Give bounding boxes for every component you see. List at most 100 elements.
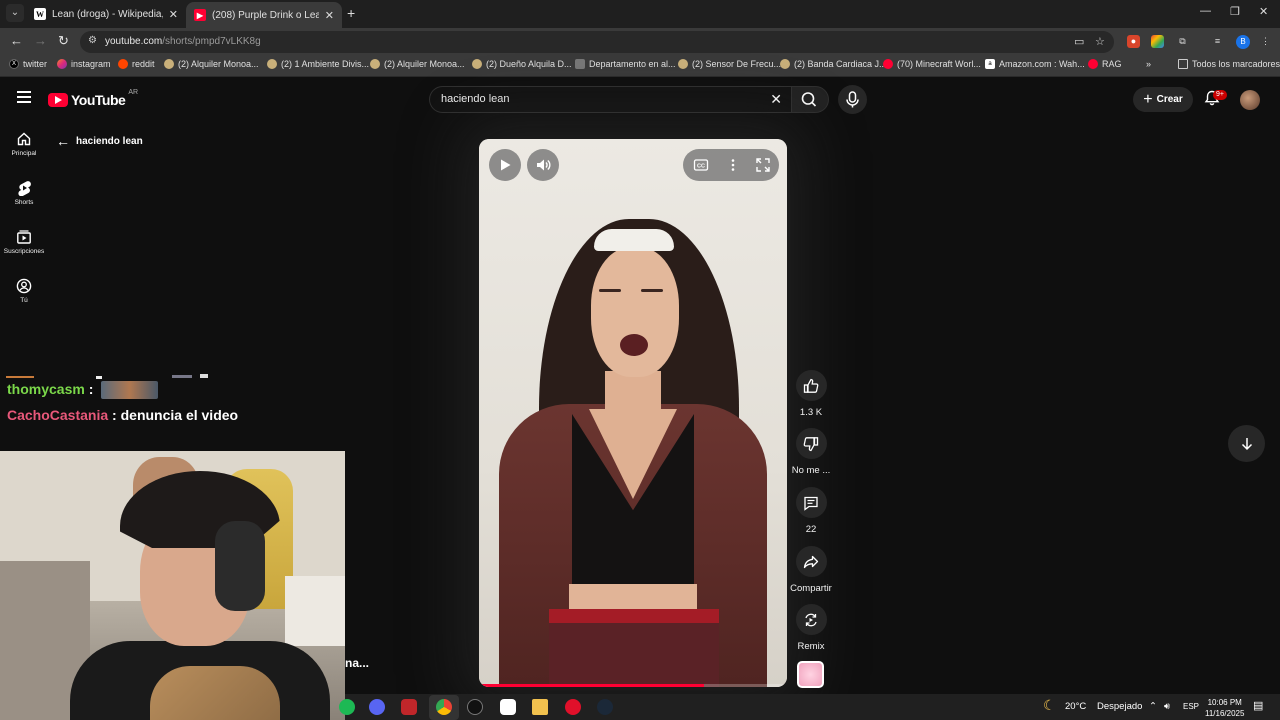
bookmark-item[interactable]: a Amazon.com : Wah... — [985, 59, 1085, 69]
plus-icon: + — [1143, 90, 1153, 108]
weather-description[interactable]: Despejado — [1097, 701, 1142, 712]
bookmark-instagram[interactable]: instagram — [57, 59, 111, 69]
windows-taskbar: ☾ 20°C Despejado ⌃ 🔊︎ ESP 10:06 PM 11/16… — [339, 694, 1280, 720]
instagram-icon — [57, 59, 67, 69]
create-label: Crear — [1156, 94, 1183, 105]
guide-label: Principal — [11, 150, 37, 157]
steam-icon[interactable] — [597, 699, 613, 715]
extension-icon[interactable] — [1151, 35, 1164, 48]
weather-temperature[interactable]: 20°C — [1065, 701, 1086, 712]
bookmark-item[interactable]: Departamento en al... — [575, 59, 676, 69]
system-clock[interactable]: 10:06 PM 11/16/2025 — [1205, 697, 1244, 719]
chat-partial-line — [6, 374, 208, 379]
bookmark-item[interactable]: (70) Minecraft Worl... — [883, 59, 981, 69]
notification-center-icon[interactable]: ▤ — [1253, 699, 1263, 712]
restore-icon[interactable]: ❐ — [1230, 5, 1240, 18]
discord-icon[interactable] — [369, 699, 385, 715]
chat-message: CachoCastania : denuncia el video — [7, 407, 238, 423]
guide-item-subscriptions[interactable]: Suscripciones — [0, 229, 48, 255]
close-tab-icon[interactable]: ✕ — [325, 9, 334, 22]
volume-button[interactable] — [527, 149, 559, 181]
spotify-icon[interactable] — [339, 699, 355, 715]
address-bar[interactable]: ⚙ youtube.com/shorts/pmpd7vLKK8g ▭ ☆ — [80, 31, 1114, 53]
tab-title: (208) Purple Drink o Lean🥤 Es — [212, 9, 319, 21]
bookmark-item[interactable]: (2) Dueño Alquila D... — [472, 59, 572, 69]
file-explorer-icon[interactable] — [532, 699, 548, 715]
back-icon[interactable]: ← — [10, 33, 23, 48]
bookmark-twitter[interactable]: Xtwitter — [9, 59, 47, 69]
bookmarks-overflow-icon[interactable]: » — [1146, 59, 1151, 69]
bookmark-reddit[interactable]: reddit — [118, 59, 155, 69]
search-button[interactable] — [791, 86, 829, 113]
bookmark-item[interactable]: (2) Sensor De Frecu... — [678, 59, 781, 69]
bookmark-item[interactable]: (2) Alquiler Monoa... — [370, 59, 465, 69]
thumbs-down-icon — [803, 436, 819, 451]
dislike-button[interactable]: No me ... — [789, 428, 833, 476]
extensions-puzzle-icon[interactable]: ⧉ — [1176, 35, 1189, 48]
account-avatar[interactable] — [1240, 90, 1260, 110]
menu-icon[interactable] — [17, 91, 31, 103]
sound-thumbnail[interactable] — [797, 661, 824, 688]
clear-search-icon[interactable]: ✕ — [770, 91, 782, 108]
chevron-up-icon[interactable]: ⌃ — [1149, 701, 1157, 712]
bookmark-item[interactable]: (2) Banda Cardiaca J... — [780, 59, 887, 69]
video-subject-face — [591, 247, 679, 377]
back-to-search[interactable]: ← haciendo lean — [56, 133, 143, 149]
share-button[interactable]: Compartir — [789, 546, 833, 594]
more-options-icon[interactable] — [725, 157, 741, 173]
tiktok-live-icon[interactable] — [500, 699, 516, 715]
create-button[interactable]: + Crear — [1133, 87, 1193, 112]
forward-icon[interactable]: → — [34, 33, 47, 48]
minimize-icon[interactable]: — — [1200, 5, 1211, 17]
like-button[interactable]: 1.3 K — [789, 370, 833, 418]
back-query-label: haciendo lean — [76, 135, 143, 147]
youtube-icon — [883, 59, 893, 69]
guide-item-home[interactable]: Principal — [0, 131, 48, 157]
shorts-video-player[interactable]: CC — [479, 139, 787, 687]
voice-search-button[interactable] — [838, 85, 867, 114]
speaker-icon[interactable]: 🔊︎ — [1164, 701, 1170, 712]
fullscreen-icon[interactable] — [755, 157, 771, 173]
bookmarks-bar: Xtwitter instagram reddit (2) Alquiler M… — [0, 56, 1280, 77]
next-short-button[interactable] — [1228, 425, 1265, 462]
close-window-icon[interactable]: ✕ — [1259, 5, 1268, 18]
share-icon — [803, 555, 819, 568]
bookmark-label: (2) Sensor De Frecu... — [692, 59, 782, 69]
video-progress-bar[interactable] — [479, 684, 787, 687]
browser-tab-wikipedia[interactable]: W Lean (droga) - Wikipedia, la enciclope… — [26, 2, 186, 26]
all-bookmarks[interactable]: Todos los marcadores — [1178, 59, 1280, 69]
media-controls-icon[interactable]: ≡ — [1211, 35, 1224, 48]
profile-avatar[interactable]: B — [1236, 35, 1250, 49]
video-controls-left — [489, 149, 559, 181]
bookmark-item[interactable]: (2) 1 Ambiente Divis... — [267, 59, 369, 69]
extension-icon[interactable]: ● — [1127, 35, 1140, 48]
remix-button[interactable]: Remix — [789, 604, 833, 652]
voicemeeter-icon[interactable] — [401, 699, 417, 715]
opera-gx-icon[interactable] — [565, 699, 581, 715]
webcam-headset — [215, 521, 265, 611]
bookmark-item[interactable]: (2) Alquiler Monoa... — [164, 59, 259, 69]
reload-icon[interactable]: ↻ — [58, 33, 69, 49]
captions-icon[interactable]: CC — [693, 157, 709, 173]
search-input[interactable]: haciendo lean ✕ — [429, 86, 792, 113]
close-tab-icon[interactable]: ✕ — [169, 8, 178, 21]
site-info-icon[interactable]: ⚙ — [88, 35, 97, 46]
youtube-logo[interactable]: YouTube AR — [48, 89, 138, 108]
browser-tab-strip: ⌄ W Lean (droga) - Wikipedia, la enciclo… — [0, 0, 1280, 28]
chrome-icon[interactable] — [436, 699, 452, 715]
new-tab-icon[interactable]: + — [347, 5, 355, 21]
comments-button[interactable]: 22 — [789, 487, 833, 535]
cast-icon[interactable]: ▭ — [1074, 35, 1084, 48]
play-button[interactable] — [489, 149, 521, 181]
guide-item-shorts[interactable]: Shorts — [0, 180, 48, 206]
overlay-truncated-text: na... — [345, 656, 370, 670]
obs-icon[interactable] — [467, 699, 483, 715]
input-language[interactable]: ESP — [1183, 702, 1199, 711]
chat-text: denuncia el video — [120, 407, 239, 423]
guide-item-you[interactable]: Tú — [0, 278, 48, 304]
tab-search-button[interactable]: ⌄ — [6, 4, 24, 22]
bookmark-star-icon[interactable]: ☆ — [1095, 35, 1105, 48]
more-menu-icon[interactable]: ⋮ — [1259, 35, 1272, 48]
bookmark-item[interactable]: RAG — [1088, 59, 1122, 69]
browser-tab-youtube[interactable]: ▶ (208) Purple Drink o Lean🥤 Es ✕ — [186, 2, 342, 28]
